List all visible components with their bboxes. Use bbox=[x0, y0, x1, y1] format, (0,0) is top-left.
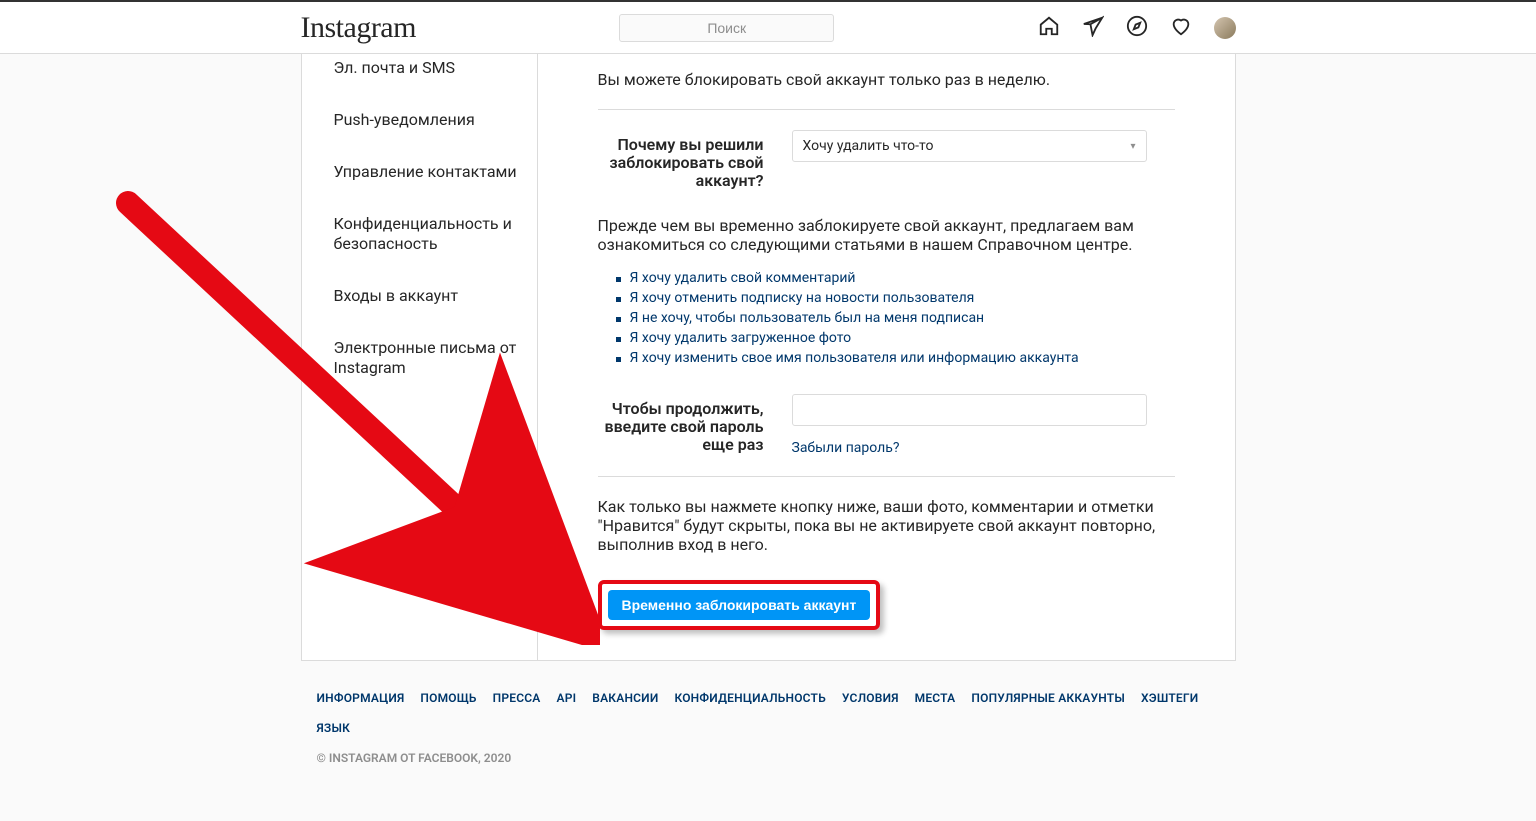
settings-sidebar: Эл. почта и SMS Push-уведомления Управле… bbox=[302, 54, 538, 660]
annotation-highlight: Временно заблокировать аккаунт bbox=[598, 580, 881, 630]
sidebar-item-privacy[interactable]: Конфиденциальность и безопасность bbox=[302, 198, 537, 270]
sidebar-item-push[interactable]: Push-уведомления bbox=[302, 94, 537, 146]
reason-selected-value: Хочу удалить что-то bbox=[803, 138, 934, 154]
confirm-text: Как только вы нажмете кнопку ниже, ваши … bbox=[598, 497, 1175, 554]
avatar[interactable] bbox=[1214, 17, 1236, 39]
divider bbox=[598, 109, 1175, 110]
footer: ИНФОРМАЦИЯ ПОМОЩЬ ПРЕССА API ВАКАНСИИ КО… bbox=[301, 691, 1236, 795]
password-label: Чтобы продолжить, введите свой пароль ещ… bbox=[598, 394, 792, 454]
limit-text: Вы можете блокировать свой аккаунт тольк… bbox=[598, 70, 1175, 89]
instagram-logo[interactable]: Instagram bbox=[301, 11, 416, 45]
search-input[interactable] bbox=[619, 14, 834, 42]
sidebar-item-emails[interactable]: Электронные письма от Instagram bbox=[302, 322, 537, 394]
direct-icon[interactable] bbox=[1082, 15, 1104, 41]
footer-link[interactable]: ПОМОЩЬ bbox=[420, 691, 476, 705]
help-links: Я хочу удалить свой комментарий Я хочу о… bbox=[616, 270, 1175, 366]
sidebar-item-logins[interactable]: Входы в аккаунт bbox=[302, 270, 537, 322]
forgot-password-link[interactable]: Забыли пароль? bbox=[792, 440, 1175, 456]
footer-link[interactable]: ЯЗЫК bbox=[317, 721, 351, 735]
explore-icon[interactable] bbox=[1126, 15, 1148, 41]
reason-label: Почему вы решили заблокировать свой акка… bbox=[598, 130, 792, 190]
help-link[interactable]: Я хочу отменить подписку на новости поль… bbox=[630, 290, 975, 306]
footer-link[interactable]: ВАКАНСИИ bbox=[592, 691, 658, 705]
help-link[interactable]: Я хочу изменить свое имя пользователя ил… bbox=[630, 350, 1079, 366]
footer-link[interactable]: ИНФОРМАЦИЯ bbox=[317, 691, 405, 705]
sidebar-item-contacts[interactable]: Управление контактами bbox=[302, 146, 537, 198]
activity-icon[interactable] bbox=[1170, 15, 1192, 41]
footer-link[interactable]: API bbox=[557, 691, 577, 705]
help-link[interactable]: Я хочу удалить свой комментарий bbox=[630, 270, 856, 286]
footer-link[interactable]: ХЭШТЕГИ bbox=[1141, 691, 1198, 705]
help-link[interactable]: Я хочу удалить загруженное фото bbox=[630, 330, 852, 346]
chevron-down-icon: ▾ bbox=[1130, 141, 1135, 152]
reason-select[interactable]: Хочу удалить что-то ▾ bbox=[792, 130, 1147, 162]
main-panel: Вы можете блокировать свой аккаунт тольк… bbox=[538, 54, 1235, 660]
password-input[interactable] bbox=[792, 394, 1147, 426]
footer-link[interactable]: КОНФИДЕНЦИАЛЬНОСТЬ bbox=[674, 691, 825, 705]
footer-link[interactable]: ПРЕССА bbox=[493, 691, 541, 705]
divider bbox=[598, 476, 1175, 477]
footer-link[interactable]: ПОПУЛЯРНЫЕ АККАУНТЫ bbox=[971, 691, 1125, 705]
footer-link[interactable]: УСЛОВИЯ bbox=[842, 691, 899, 705]
home-icon[interactable] bbox=[1038, 15, 1060, 41]
footer-link[interactable]: МЕСТА bbox=[915, 691, 956, 705]
sidebar-item-email-sms[interactable]: Эл. почта и SMS bbox=[302, 54, 537, 94]
disable-account-button[interactable]: Временно заблокировать аккаунт bbox=[608, 590, 871, 620]
help-link[interactable]: Я не хочу, чтобы пользователь был на мен… bbox=[630, 310, 985, 326]
help-intro: Прежде чем вы временно заблокируете свой… bbox=[598, 216, 1175, 254]
top-bar: Instagram bbox=[0, 2, 1536, 54]
copyright: © INSTAGRAM ОТ FACEBOOK, 2020 bbox=[317, 751, 1220, 765]
